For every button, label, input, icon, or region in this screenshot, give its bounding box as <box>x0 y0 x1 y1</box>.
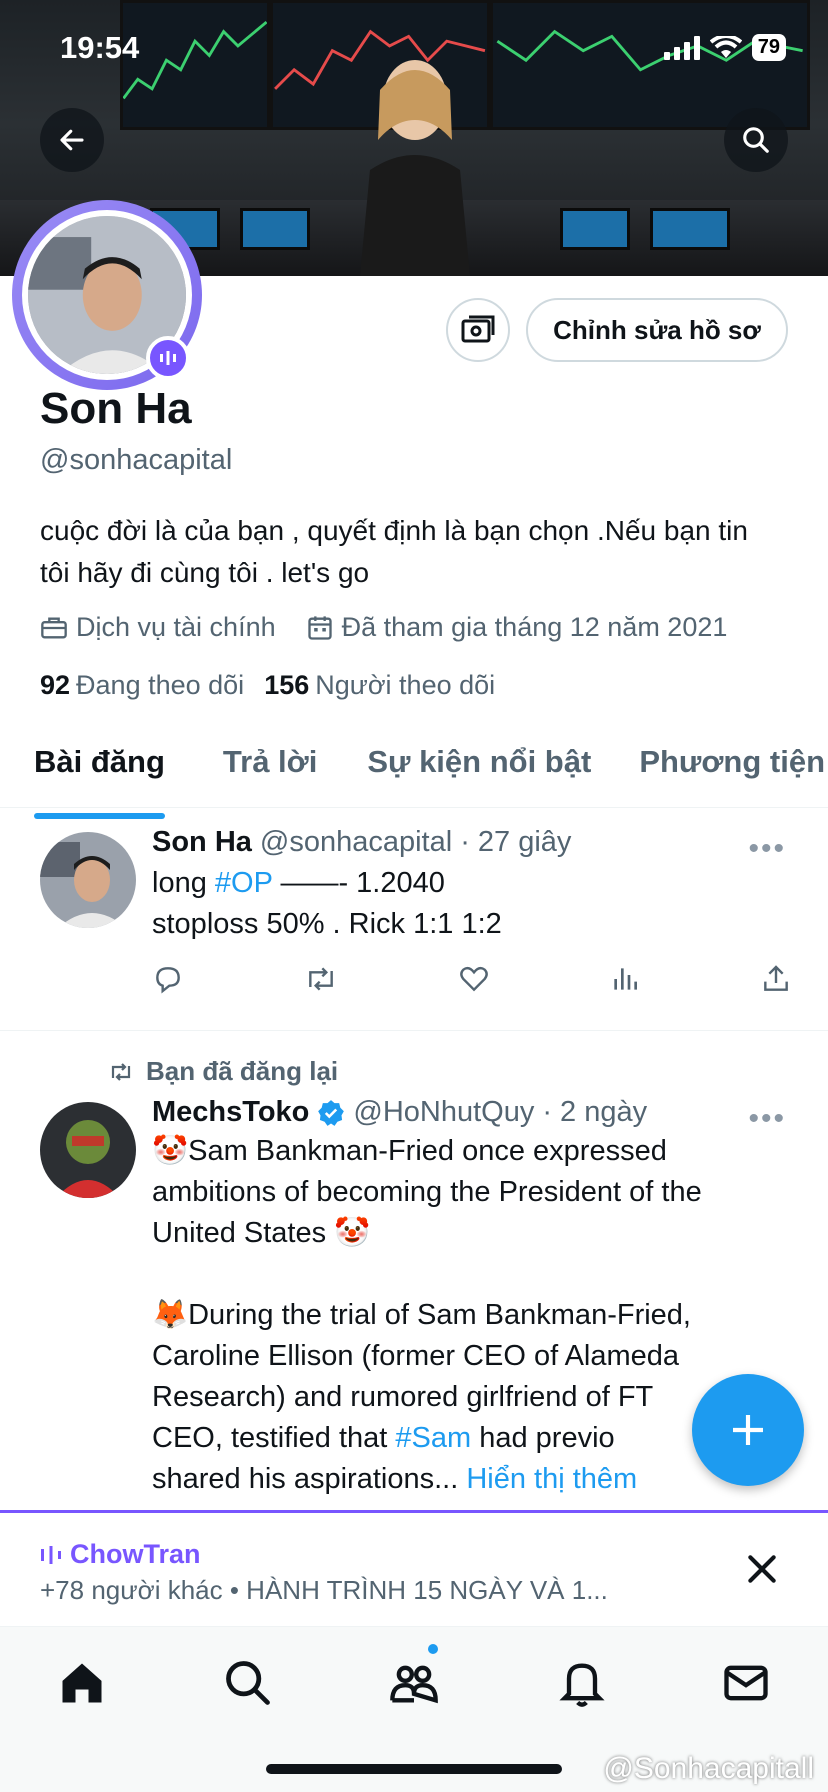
post[interactable]: ••• Son Ha @sonhacapital · 27 giây long … <box>0 808 828 1030</box>
communities-unread-dot <box>428 1644 438 1654</box>
signal-icon <box>663 35 700 60</box>
space-subtitle: +78 người khác • HÀNH TRÌNH 15 NGÀY VÀ 1… <box>40 1575 608 1605</box>
search-button[interactable] <box>724 108 788 172</box>
space-host: ChowTran <box>40 1539 201 1570</box>
post-author-name[interactable]: MechsToko <box>152 1096 309 1129</box>
post-actions <box>152 963 792 995</box>
explore-icon[interactable] <box>222 1657 274 1709</box>
watermark: @Sonhacapitall <box>603 1752 814 1785</box>
status-bar: 19:54 79 <box>0 0 828 100</box>
search-icon <box>743 127 769 153</box>
tab-media[interactable]: Phương tiện <box>639 730 825 807</box>
spaces-live-badge[interactable] <box>146 336 190 380</box>
post-header: MechsToko @HoNhutQuy · 2 ngày <box>152 1096 792 1129</box>
show-more-link[interactable]: Hiển thị thêm <box>466 1463 637 1495</box>
profile-name: Son Ha <box>40 384 192 433</box>
battery-level: 79 <box>751 34 786 61</box>
profile-bio: cuộc đời là của bạn , quyết định là bạn … <box>40 515 748 588</box>
audio-wave-icon <box>160 351 176 365</box>
home-icon[interactable] <box>56 1657 108 1709</box>
money-icon <box>461 315 495 343</box>
reply-icon[interactable] <box>152 963 184 995</box>
verified-icon <box>318 1099 345 1126</box>
profile-handle: @sonhacapital <box>40 444 233 476</box>
desk-monitor <box>240 208 310 250</box>
hashtag-link[interactable]: #Sam <box>395 1422 471 1454</box>
compose-plus-icon <box>733 1415 763 1445</box>
desk-monitor <box>560 208 630 250</box>
home-indicator <box>266 1764 562 1774</box>
repost-icon[interactable] <box>303 963 339 995</box>
communities-icon[interactable] <box>388 1657 440 1709</box>
repost-icon <box>111 1062 131 1081</box>
post-author-handle[interactable]: @sonhacapital <box>260 826 452 859</box>
back-arrow-icon <box>60 129 84 151</box>
tab-highlights[interactable]: Sự kiện nổi bật <box>367 730 591 807</box>
share-icon[interactable] <box>760 963 792 995</box>
wifi-icon <box>709 35 742 58</box>
post-header: Son Ha @sonhacapital · 27 giây <box>152 826 792 859</box>
desk-monitor <box>650 208 730 250</box>
profile-meta: Dịch vụ tài chính Đã tham gia tháng 12 n… <box>40 612 727 643</box>
profile-joined: Đã tham gia tháng 12 năm 2021 <box>341 612 728 642</box>
notifications-icon[interactable] <box>556 1657 608 1709</box>
subscriptions-button[interactable] <box>446 298 510 362</box>
post-author-handle[interactable]: @HoNhutQuy <box>353 1096 534 1129</box>
audio-wave-icon <box>41 1545 61 1564</box>
profile-category: Dịch vụ tài chính <box>76 612 276 642</box>
post-text: long #OP ——- 1.2040 stoploss 50% . Rick … <box>152 867 502 940</box>
post-body: Son Ha @sonhacapital · 27 giây long #OP … <box>152 826 792 995</box>
post-avatar[interactable] <box>40 832 136 928</box>
post-avatar[interactable] <box>40 1102 136 1198</box>
briefcase-icon <box>41 617 67 638</box>
category-item: Dịch vụ tài chính <box>40 612 276 643</box>
joined-item: Đã tham gia tháng 12 năm 2021 <box>306 612 728 643</box>
post-time: · 2 ngày <box>542 1096 648 1128</box>
following-link[interactable]: 92 Đang theo dõi <box>40 670 244 701</box>
close-icon[interactable] <box>742 1549 782 1589</box>
post-divider <box>0 1030 828 1031</box>
messages-icon[interactable] <box>720 1657 772 1709</box>
back-button[interactable] <box>40 108 104 172</box>
follow-stats: 92 Đang theo dõi 156 Người theo dõi <box>40 670 495 701</box>
compose-button[interactable] <box>692 1374 804 1486</box>
tab-posts[interactable]: Bài đăng <box>34 730 165 819</box>
post-time: · 27 giây <box>460 826 572 858</box>
clock: 19:54 <box>60 30 140 65</box>
views-icon[interactable] <box>609 963 641 995</box>
hashtag-link[interactable]: #OP <box>215 867 273 899</box>
repost-indicator: Bạn đã đăng lại <box>106 1056 338 1087</box>
profile-tabs: Bài đăng Trả lời Sự kiện nổi bật Phương … <box>0 730 828 819</box>
tab-replies[interactable]: Trả lời <box>223 730 317 807</box>
status-icons: 79 <box>663 34 786 61</box>
space-mini-player[interactable]: ChowTran +78 người khác • HÀNH TRÌNH 15 … <box>0 1510 828 1626</box>
calendar-icon <box>307 615 332 640</box>
like-icon[interactable] <box>458 963 490 995</box>
edit-profile-button[interactable]: Chỉnh sửa hồ sơ <box>526 298 788 362</box>
followers-link[interactable]: 156 Người theo dõi <box>264 670 495 701</box>
post-author-name[interactable]: Son Ha <box>152 826 252 859</box>
